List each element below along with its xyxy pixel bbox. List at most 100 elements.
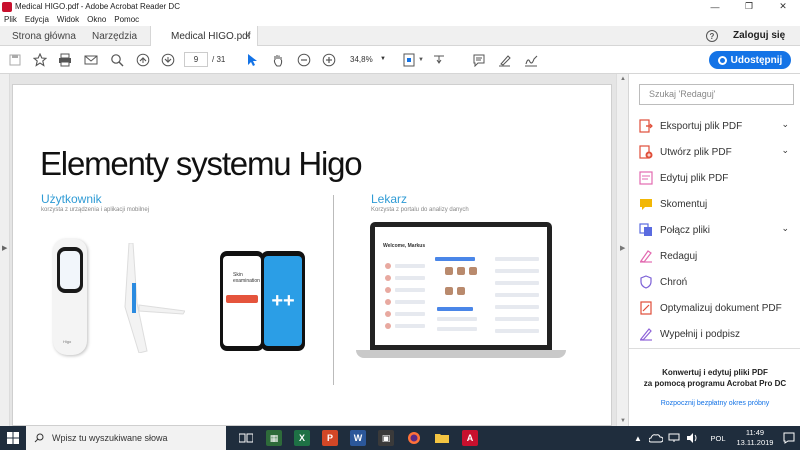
task-view-icon[interactable] [238, 430, 254, 446]
tool-label: Redaguj [660, 250, 698, 262]
photos-app-icon[interactable]: ▣ [378, 430, 394, 446]
menu-window[interactable]: Okno [87, 15, 106, 24]
sign-icon[interactable] [524, 53, 538, 67]
email-icon[interactable] [84, 53, 98, 67]
page-fit-icon[interactable] [402, 53, 416, 67]
scroll-mode-icon[interactable] [432, 53, 446, 67]
menu-help[interactable]: Pomoc [114, 15, 139, 24]
redact-icon [639, 249, 653, 263]
language-indicator[interactable]: POL [708, 430, 728, 446]
menu-edit[interactable]: Edycja [25, 15, 49, 24]
zoom-level-value: 34,8% [350, 55, 373, 64]
search-icon [34, 433, 44, 443]
tool-create-pdf[interactable]: Utwórz plik PDF ⌄ [639, 143, 789, 161]
maximize-button[interactable]: ❐ [732, 0, 766, 13]
portal-button [435, 257, 475, 261]
expand-left-icon: ▶ [2, 245, 8, 252]
notifications-icon[interactable] [781, 430, 797, 446]
start-button[interactable] [0, 426, 26, 450]
folder-icon[interactable] [434, 430, 450, 446]
zoom-out-icon[interactable] [297, 53, 311, 67]
phone-splash-image: ++ [261, 251, 305, 351]
help-icon[interactable]: ? [706, 30, 718, 42]
handheld-device-image: Higo [53, 239, 87, 355]
chevron-down-icon[interactable]: ⌄ [781, 119, 789, 130]
tool-combine-files[interactable]: Połącz pliki ⌄ [639, 221, 789, 239]
zoom-level-select[interactable]: 34,8% ▼ [346, 52, 388, 67]
acrobat-taskbar-icon[interactable]: A [462, 430, 478, 446]
tool-label: Wypełnij i podpisz [660, 328, 740, 340]
list-row [495, 281, 539, 285]
next-page-icon[interactable] [161, 53, 175, 67]
taskbar-search-input[interactable]: Wpisz tu wyszukiwane słowa [26, 426, 226, 450]
network-icon[interactable] [666, 430, 682, 446]
minimize-button[interactable]: — [698, 0, 732, 13]
scroll-up-icon[interactable]: ▲ [620, 76, 626, 82]
document-viewport[interactable]: ▶ ▲ ▶ ▼ Elementy systemu Higo Użytkownik… [0, 74, 628, 426]
share-button-label: Udostępnij [730, 54, 783, 66]
save-icon[interactable] [8, 53, 22, 67]
vertical-scrollbar[interactable]: ▲ ▶ ▼ [616, 74, 628, 426]
onedrive-icon[interactable] [648, 430, 664, 446]
free-trial-link[interactable]: Rozpocznij bezpłatny okres próbny [639, 400, 791, 407]
tool-export-pdf[interactable]: Eksportuj plik PDF ⌄ [639, 117, 789, 135]
portal-button [437, 307, 473, 311]
tools-pane: Szukaj 'Redaguj' Eksportuj plik PDF ⌄ Ut… [628, 74, 800, 426]
left-panel-toggle[interactable]: ▶ [0, 74, 10, 426]
comment-icon[interactable] [472, 53, 486, 67]
bookmark-star-icon[interactable] [33, 53, 47, 67]
volume-icon[interactable] [684, 430, 700, 446]
tab-home[interactable]: Strona główna [12, 26, 76, 46]
close-window-button[interactable]: ✕ [766, 0, 800, 13]
tray-expand-icon[interactable]: ▲ [630, 430, 646, 446]
hand-tool-icon[interactable] [271, 53, 285, 67]
powerpoint-icon[interactable]: P [322, 430, 338, 446]
user-section-heading: Użytkownik [41, 192, 102, 206]
taskbar-clock[interactable]: 11:49 13.11.2019 [733, 428, 777, 448]
highlight-pen-icon[interactable] [498, 53, 512, 67]
page-number-input[interactable]: 9 [184, 52, 208, 67]
excel-icon[interactable]: X [294, 430, 310, 446]
chevron-down-icon[interactable]: ▼ [417, 53, 425, 67]
patient-avatar [385, 299, 391, 305]
list-row [495, 269, 539, 273]
tool-label: Utwórz plik PDF [660, 146, 732, 158]
tool-comment[interactable]: Skomentuj [639, 195, 789, 213]
menu-view[interactable]: Widok [57, 15, 79, 24]
list-row [495, 317, 539, 321]
acrobat-app-icon [2, 1, 12, 12]
chevron-down-icon[interactable]: ⌄ [781, 223, 789, 234]
clock-date: 13.11.2019 [736, 438, 774, 447]
share-button[interactable]: Udostępnij [709, 51, 791, 69]
tool-optimize-pdf[interactable]: Optymalizuj dokument PDF [639, 299, 789, 317]
firefox-icon[interactable] [406, 430, 422, 446]
tools-search-input[interactable]: Szukaj 'Redaguj' [639, 84, 794, 105]
tool-protect[interactable]: Chroń [639, 273, 789, 291]
word-icon[interactable]: W [350, 430, 366, 446]
collapse-right-icon[interactable]: ▶ [620, 244, 625, 252]
patient-photo [445, 267, 453, 275]
spreadsheet-app-icon[interactable]: ▦ [266, 430, 282, 446]
tool-fill-sign[interactable]: Wypełnij i podpisz [639, 325, 789, 343]
sign-in-link[interactable]: Zaloguj się [733, 30, 785, 41]
menu-bar: Plik Edycja Widok Okno Pomoc [0, 13, 800, 26]
patient-photo [445, 287, 453, 295]
list-row [495, 293, 539, 297]
tab-document[interactable]: Medical HIGO.pdf × [150, 26, 258, 47]
close-tab-icon[interactable]: × [245, 31, 251, 42]
chevron-down-icon: ▼ [380, 56, 386, 62]
chevron-down-icon[interactable]: ⌄ [781, 145, 789, 156]
tool-redact[interactable]: Redaguj [639, 247, 789, 265]
laptop-screen: Welcome, Markus [375, 227, 547, 345]
tool-edit-pdf[interactable]: Edytuj plik PDF [639, 169, 789, 187]
window-title: Medical HIGO.pdf - Adobe Acrobat Reader … [15, 2, 180, 11]
find-magnifier-icon[interactable] [110, 53, 124, 67]
select-cursor-icon[interactable] [245, 53, 259, 67]
print-icon[interactable] [58, 53, 72, 67]
window-controls: — ❐ ✕ [698, 0, 800, 13]
previous-page-icon[interactable] [136, 53, 150, 67]
scroll-down-icon[interactable]: ▼ [620, 418, 626, 424]
tab-tools[interactable]: Narzędzia [92, 26, 137, 46]
zoom-in-icon[interactable] [322, 53, 336, 67]
menu-file[interactable]: Plik [4, 15, 17, 24]
